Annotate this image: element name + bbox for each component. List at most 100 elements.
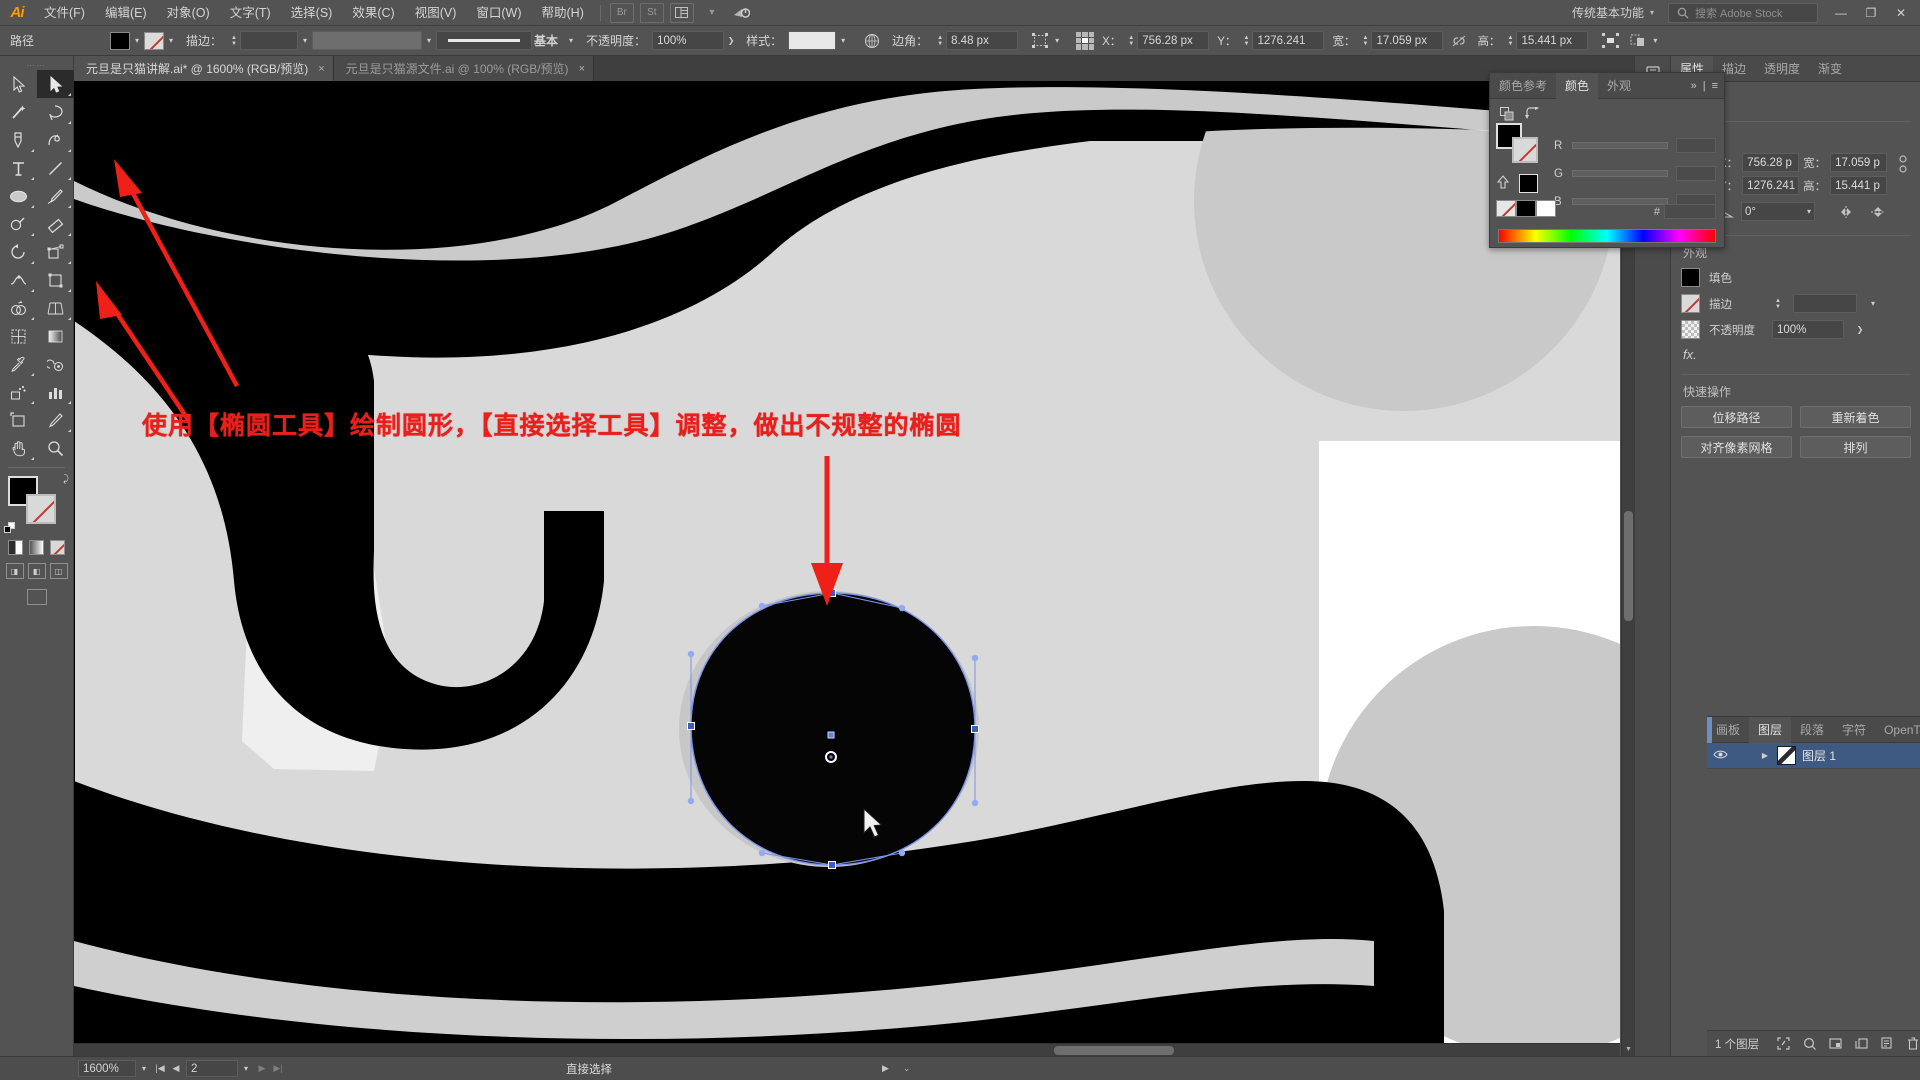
horizontal-scroll-thumb[interactable] [1054,1046,1174,1055]
make-clipping-mask-icon[interactable] [1801,1036,1817,1051]
chevron-down-icon[interactable]: ▾ [1648,32,1662,50]
stroke-swatch[interactable] [1681,294,1700,313]
chevron-down-icon[interactable]: ▾ [238,1064,254,1073]
column-graph-tool[interactable] [37,378,74,406]
menu-select[interactable]: 选择(S) [281,0,343,26]
link-icon[interactable] [1895,153,1911,175]
status-menu-icon[interactable]: ▶ [882,1063,889,1074]
stock-search-input[interactable]: 搜索 Adobe Stock [1668,2,1818,23]
chevron-down-icon[interactable]: ▾ [1866,295,1880,313]
magic-wand-tool[interactable] [0,98,37,126]
recolor-artwork-icon[interactable] [862,31,882,51]
chevron-down-icon[interactable]: ▾ [164,32,178,50]
eye-icon[interactable] [1711,749,1729,763]
offset-path-button[interactable]: 位移路径 [1681,406,1792,428]
graphic-style-swatch[interactable] [788,31,837,50]
br-icon[interactable]: Br [609,2,634,23]
mesh-tool[interactable] [0,322,37,350]
flip-vertical-icon[interactable] [1869,205,1887,219]
black-swatch[interactable] [1516,200,1536,217]
change-screen-mode-button[interactable] [0,589,73,605]
color-panel-menu[interactable]: ≡ [1712,80,1718,92]
opacity-swatch[interactable] [1681,320,1700,339]
menu-help[interactable]: 帮助(H) [532,0,594,26]
stroke-weight-input[interactable] [240,31,299,50]
transform-each-icon[interactable] [1628,31,1648,51]
stroke-swatch[interactable] [144,31,165,50]
type-tool[interactable] [0,154,37,182]
tab-layers[interactable]: 图层 [1749,716,1792,743]
x-stepper[interactable]: ▲ ▼ [1125,32,1137,50]
white-swatch[interactable] [1536,200,1556,217]
zoom-level-input[interactable]: 1600% [78,1060,136,1077]
chevron-right-icon[interactable]: ▶ [1759,751,1771,760]
menu-effect[interactable]: 效果(C) [342,0,404,26]
delete-selection-icon[interactable] [1905,1036,1920,1051]
swap-fill-stroke-icon[interactable] [1524,106,1540,124]
brush-definition-preview[interactable] [436,31,533,50]
none-swatch[interactable] [1496,200,1516,217]
shaper-tool[interactable] [0,210,37,238]
color-spectrum-bar[interactable] [1498,229,1716,243]
tab-color-guide[interactable]: 颜色参考 [1490,73,1556,99]
minimize-button[interactable]: — [1826,0,1856,26]
hex-input[interactable] [1664,204,1716,219]
curvature-tool[interactable] [37,126,74,154]
green-slider[interactable] [1572,170,1668,177]
width-input[interactable]: 17.059 px [1371,31,1444,50]
layer-row[interactable]: ▶ 图层 1 [1707,717,1920,769]
tab-artboards[interactable]: 画板 [1707,717,1749,743]
stroke-weight-stepper[interactable]: ▲ ▼ [1772,295,1784,313]
draw-inside-icon[interactable]: ◫ [49,563,68,579]
constrain-proportions-icon[interactable] [1449,31,1469,51]
rotate-tool[interactable] [0,238,37,266]
status-resize-icon[interactable]: ⌄ [903,1063,911,1074]
eyedropper-tool[interactable] [0,350,37,378]
fx-button[interactable]: fx. [1683,347,1911,362]
flip-horizontal-icon[interactable] [1839,205,1857,219]
last-color-arrow-icon[interactable] [1496,174,1511,193]
tab-paragraph[interactable]: 段落 [1791,717,1833,743]
artboard-tool[interactable] [0,406,37,434]
home-power-icon[interactable] [730,3,754,23]
chevron-down-icon[interactable]: ▾ [564,32,578,50]
pen-tool[interactable] [0,126,37,154]
height-stepper[interactable]: ▲ ▼ [1504,32,1516,50]
transform-panel-icon[interactable] [1030,31,1050,51]
menu-edit[interactable]: 编辑(E) [95,0,157,26]
opacity-options-icon[interactable]: ❯ [1853,321,1867,339]
menu-object[interactable]: 对象(O) [157,0,220,26]
tab-transparency[interactable]: 透明度 [1755,56,1809,82]
arrange-button[interactable]: 排列 [1800,436,1911,458]
green-value-input[interactable] [1676,166,1716,181]
lasso-tool[interactable] [37,98,74,126]
opacity-input[interactable]: 100% [1772,320,1844,339]
tab-appearance[interactable]: 外观 [1598,73,1640,99]
next-artboard-button[interactable]: ▶ [254,1063,270,1074]
blend-tool[interactable] [37,350,74,378]
none-mode-icon[interactable] [50,540,65,555]
corner-radius-stepper[interactable]: ▲ ▼ [934,32,946,50]
chevron-down-icon[interactable]: ▾ [1807,207,1811,216]
y-input[interactable]: 1276.241 [1742,176,1800,195]
line-segment-tool[interactable] [37,154,74,182]
direct-selection-tool[interactable] [37,70,74,98]
fill-stroke-proxy-icon[interactable] [1500,107,1514,124]
restore-button[interactable]: ❐ [1856,0,1886,26]
menu-file[interactable]: 文件(F) [34,0,95,26]
height-input[interactable]: 15.441 p [1830,176,1887,195]
opacity-options-icon[interactable]: ❯ [724,32,738,50]
tools-panel-grip[interactable]: ⋯⋯ [0,60,73,70]
tab-color[interactable]: 颜色 [1556,72,1599,99]
menu-window[interactable]: 窗口(W) [466,0,531,26]
close-icon[interactable]: × [318,63,324,75]
red-value-input[interactable] [1676,138,1716,153]
canvas-horizontal-scrollbar[interactable] [74,1043,1620,1056]
tab-gradient[interactable]: 渐变 [1809,56,1851,82]
arrange-documents-icon[interactable] [669,2,694,23]
height-input[interactable]: 15.441 px [1516,31,1589,50]
paintbrush-tool[interactable] [37,182,74,210]
scale-tool[interactable] [37,238,74,266]
menu-view[interactable]: 视图(V) [405,0,467,26]
locate-object-icon[interactable] [1775,1036,1791,1051]
